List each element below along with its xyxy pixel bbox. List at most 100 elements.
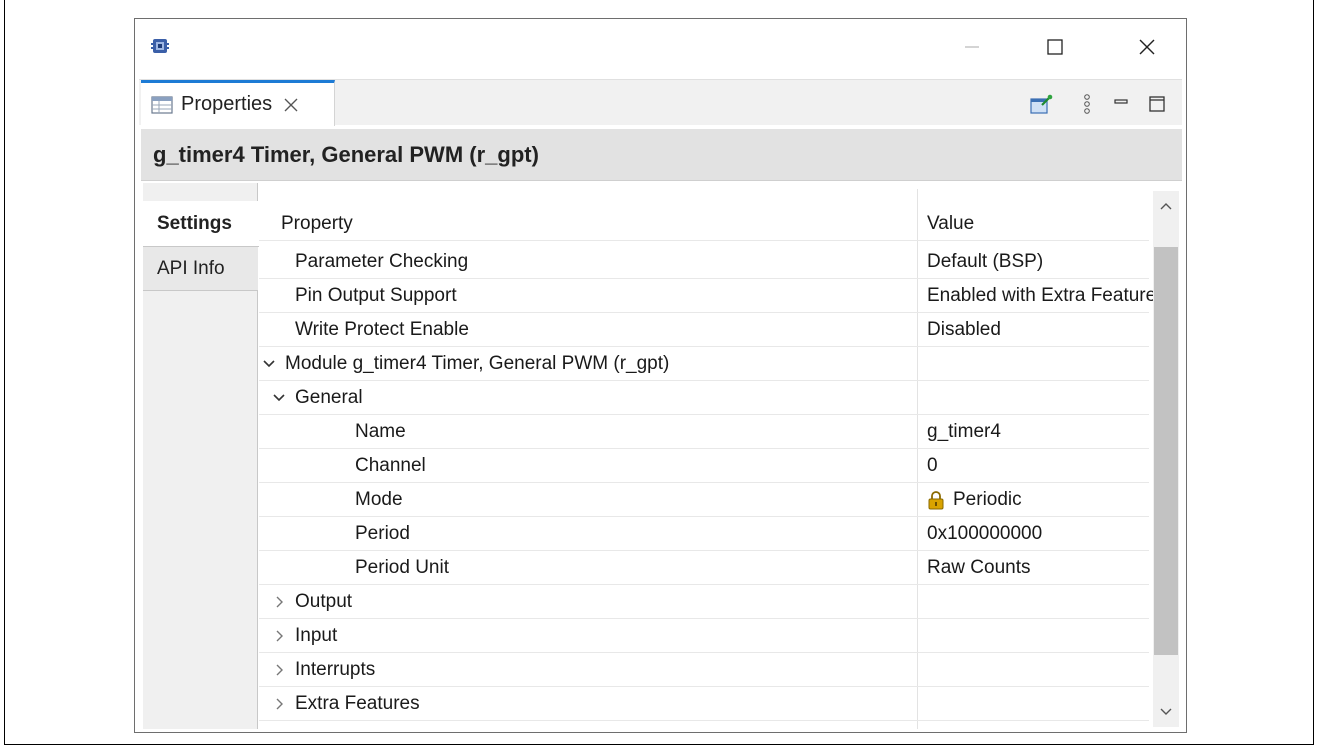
- chevron-right-icon[interactable]: [269, 694, 289, 714]
- chevron-down-icon[interactable]: [259, 354, 279, 374]
- scroll-up-icon[interactable]: [1153, 191, 1179, 221]
- chevron-right-icon[interactable]: [269, 660, 289, 680]
- table-row[interactable]: Period Unit Raw Counts: [259, 551, 1149, 585]
- property-value-cell[interactable]: Default (BSP): [927, 245, 1147, 279]
- property-name-cell: Pin Output Support: [259, 279, 951, 313]
- maximize-icon[interactable]: [1145, 92, 1169, 116]
- column-header-value[interactable]: Value: [927, 207, 1147, 241]
- property-name-cell: Channel: [259, 449, 1011, 483]
- table-row[interactable]: Pin Output Support Enabled with Extra Fea…: [259, 279, 1166, 313]
- property-value-cell[interactable]: [927, 653, 1147, 687]
- property-value: g_timer4: [927, 421, 1001, 442]
- tab-properties[interactable]: Properties: [141, 80, 335, 126]
- property-value: Default (BSP): [927, 251, 1044, 272]
- property-label: Extra Features: [295, 693, 420, 714]
- vertical-scrollbar[interactable]: [1153, 191, 1179, 727]
- property-name-cell: General: [259, 381, 925, 415]
- tab-api-info-label: API Info: [157, 257, 225, 279]
- chip-icon: [151, 37, 169, 55]
- window-minimize-button[interactable]: [960, 35, 984, 59]
- property-name-cell: Output: [259, 585, 925, 619]
- column-header-property[interactable]: Property: [259, 207, 937, 241]
- property-value-cell[interactable]: [927, 585, 1147, 619]
- property-value: Enabled with Extra Features: [927, 285, 1166, 306]
- property-name-cell: Period: [259, 517, 1011, 551]
- property-value: 0: [927, 455, 938, 476]
- tab-settings-label: Settings: [157, 212, 232, 234]
- table-row[interactable]: Extra Features: [259, 687, 1149, 721]
- property-name-cell: Parameter Checking: [259, 245, 951, 279]
- property-name-cell: Interrupts: [259, 653, 925, 687]
- chevron-right-icon[interactable]: [269, 626, 289, 646]
- property-grid: Property Value Parameter Checking Default…: [259, 189, 1179, 729]
- property-label: Pin Output Support: [295, 285, 457, 306]
- table-row[interactable]: Output: [259, 585, 1149, 619]
- property-value-cell[interactable]: [927, 687, 1147, 721]
- table-row[interactable]: Channel 0: [259, 449, 1149, 483]
- property-value-cell[interactable]: [927, 347, 1147, 381]
- side-tab-strip: Settings API Info: [143, 183, 259, 729]
- property-name-cell: Mode: [259, 483, 1011, 517]
- table-row[interactable]: Interrupts: [259, 653, 1149, 687]
- properties-table-icon: [151, 95, 173, 114]
- property-label: Input: [295, 625, 338, 646]
- chevron-down-icon[interactable]: [269, 388, 289, 408]
- property-value: Disabled: [927, 319, 1001, 340]
- property-value-cell[interactable]: Raw Counts: [927, 551, 1147, 585]
- property-label: Parameter Checking: [295, 251, 469, 272]
- column-header-row: Property Value: [259, 207, 1149, 241]
- property-name-cell: Module g_timer4 Timer, General PWM (r_gp…: [259, 347, 915, 381]
- scroll-down-icon[interactable]: [1153, 697, 1179, 727]
- property-value: Periodic: [953, 489, 1022, 510]
- chevron-right-icon[interactable]: [269, 592, 289, 612]
- property-name-cell: Write Protect Enable: [259, 313, 951, 347]
- properties-header: g_timer4 Timer, General PWM (r_gpt): [141, 129, 1182, 181]
- properties-window: Properties g_timer4 Timer, General PWM (…: [134, 18, 1187, 733]
- view-menu-icon[interactable]: [1075, 92, 1099, 116]
- table-row[interactable]: Period 0x100000000: [259, 517, 1149, 551]
- property-value-cell[interactable]: [927, 619, 1147, 653]
- table-row[interactable]: Write Protect Enable Disabled: [259, 313, 1149, 347]
- property-value-cell[interactable]: 0: [927, 449, 1147, 483]
- property-label: Write Protect Enable: [295, 319, 469, 340]
- property-label: Period Unit: [355, 557, 449, 578]
- view-tab-bar: Properties: [139, 79, 1182, 126]
- property-value-cell[interactable]: [927, 381, 1147, 415]
- lock-icon: [927, 490, 945, 510]
- property-label: Mode: [355, 489, 403, 510]
- property-label: Period: [355, 523, 410, 544]
- property-name-cell: Name: [259, 415, 1011, 449]
- minimize-icon[interactable]: [1109, 92, 1133, 116]
- property-value: 0x100000000: [927, 523, 1043, 544]
- pin-to-view-icon[interactable]: [1029, 92, 1053, 116]
- property-label: Interrupts: [295, 659, 376, 680]
- tab-settings[interactable]: Settings: [143, 201, 259, 247]
- window-close-button[interactable]: [1135, 35, 1159, 59]
- tab-label: Properties: [181, 93, 273, 115]
- property-value-cell[interactable]: g_timer4: [927, 415, 1147, 449]
- property-value: Raw Counts: [927, 557, 1031, 578]
- property-name-cell: Extra Features: [259, 687, 925, 721]
- property-value-cell[interactable]: Disabled: [927, 313, 1147, 347]
- property-label: General: [295, 387, 363, 408]
- page-title: g_timer4 Timer, General PWM (r_gpt): [153, 141, 539, 167]
- property-label: Channel: [355, 455, 426, 476]
- property-name-cell: Period Unit: [259, 551, 1011, 585]
- property-value-cell[interactable]: Periodic: [927, 483, 1147, 517]
- tab-api-info[interactable]: API Info: [143, 247, 258, 291]
- title-bar: [135, 19, 1186, 79]
- property-label: Output: [295, 591, 353, 612]
- table-row[interactable]: General: [259, 381, 1149, 415]
- scrollbar-thumb[interactable]: [1154, 247, 1178, 655]
- close-icon[interactable]: [282, 96, 300, 114]
- table-row[interactable]: Mode Periodic: [259, 483, 1149, 517]
- property-label: Module g_timer4 Timer, General PWM (r_gp…: [285, 353, 670, 374]
- table-row[interactable]: Name g_timer4: [259, 415, 1149, 449]
- window-maximize-button[interactable]: [1043, 35, 1067, 59]
- table-row[interactable]: Parameter Checking Default (BSP): [259, 245, 1149, 279]
- table-row[interactable]: Input: [259, 619, 1149, 653]
- property-value-cell[interactable]: 0x100000000: [927, 517, 1147, 551]
- property-value-cell[interactable]: Enabled with Extra Features: [927, 279, 1166, 313]
- property-name-cell: Input: [259, 619, 925, 653]
- table-row[interactable]: Module g_timer4 Timer, General PWM (r_gp…: [259, 347, 1149, 381]
